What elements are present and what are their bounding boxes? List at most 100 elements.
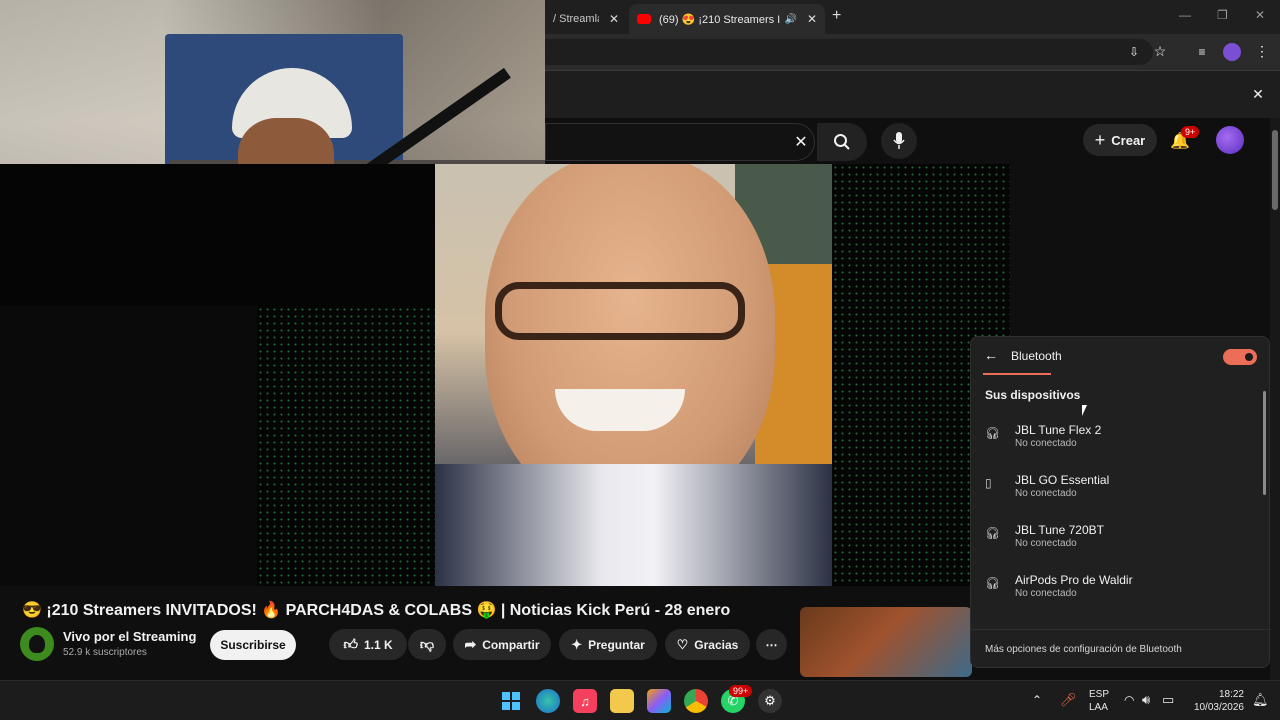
create-label: Crear (1111, 132, 1146, 148)
maximize-button[interactable]: ❐ (1217, 8, 1228, 22)
share-button[interactable]: ➦ Compartir (453, 629, 551, 660)
device-status: No conectado (1015, 488, 1077, 499)
bluetooth-toggle[interactable] (1223, 349, 1257, 365)
clock[interactable]: 18:22 10/03/2026 (1192, 688, 1244, 714)
thumbs-down-icon: 👎︎ (419, 636, 435, 652)
close-window-button[interactable]: ✕ (1255, 8, 1265, 22)
browser-tab-bar: / Streamlat ✕ (69) 😍 ¡210 Streamers INV … (545, 0, 1280, 34)
notification-center-icon[interactable]: 🔔︎ (1252, 692, 1269, 708)
dislike-button[interactable]: 👎︎ (408, 629, 446, 660)
channel-logo-icon (29, 635, 45, 653)
battery-icon[interactable]: ▭ (1162, 692, 1174, 708)
guest-glasses (495, 282, 745, 340)
matrix-background-left (257, 306, 435, 586)
flyout-scrollbar[interactable] (1263, 391, 1266, 495)
notification-count-badge: 9+ (1181, 126, 1200, 138)
channel-name[interactable]: Vivo por el Streaming (63, 629, 196, 644)
clock-time: 18:22 (1218, 689, 1244, 700)
thumbs-up-icon: 👍︎ (343, 636, 358, 652)
device-name: AirPods Pro de Waldir (1015, 573, 1133, 587)
bluetooth-device-item[interactable]: ▯ JBL GO Essential No conectado (985, 471, 1255, 511)
close-tab-icon[interactable]: ✕ (807, 12, 817, 26)
edge-browser-icon[interactable] (536, 689, 560, 713)
app-icon-gear[interactable]: ⚙ (758, 689, 782, 713)
volume-icon[interactable]: 🔊︎ (1142, 692, 1150, 708)
clock-date: 10/03/2026 (1193, 702, 1244, 713)
start-button[interactable] (499, 689, 523, 713)
device-name: JBL Tune Flex 2 (1015, 423, 1102, 437)
share-arrow-icon: ➦ (464, 636, 477, 652)
windows-taskbar: ♫ ✆ 99+ ⚙ ⌃ 🎤︎ ESP LAA ◠ 🔊︎ ▭ 18:22 10/0… (0, 680, 1280, 720)
headphones-icon: 🎧︎ (985, 576, 1001, 590)
wifi-icon[interactable]: ◠ (1124, 693, 1134, 707)
minimize-button[interactable]: — (1179, 8, 1191, 22)
account-avatar[interactable] (1216, 126, 1244, 154)
heart-dollar-icon: ♡ (676, 636, 689, 652)
like-button[interactable]: 👍︎ 1.1 K (329, 629, 407, 660)
speaker-icon[interactable]: 🔊 (784, 14, 796, 25)
share-label: Compartir (482, 637, 540, 652)
new-tab-button[interactable]: + (832, 7, 841, 25)
show-hidden-icons-icon[interactable]: ⌃ (1032, 693, 1042, 707)
create-button[interactable]: + Crear (1083, 124, 1157, 156)
like-count: 1.1 K (363, 637, 393, 652)
device-name: JBL Tune 720BT (1015, 523, 1104, 537)
sparkle-icon: ✦ (571, 636, 583, 652)
more-bluetooth-settings-link[interactable]: Más opciones de configuración de Bluetoo… (985, 644, 1182, 655)
tab-youtube-live[interactable]: (69) 😍 ¡210 Streamers INV 🔊 ✕ (629, 4, 825, 34)
device-status: No conectado (1015, 538, 1077, 549)
video-left-panel (0, 306, 257, 586)
bluetooth-device-item[interactable]: 🎧︎ JBL Tune Flex 2 No conectado (985, 421, 1255, 461)
close-infobar-icon[interactable]: ✕ (1249, 85, 1267, 103)
close-tab-icon[interactable]: ✕ (609, 12, 619, 26)
subscribe-button[interactable]: Suscribirse (210, 630, 296, 660)
header-underline (983, 373, 1051, 375)
guest-suit (435, 464, 832, 586)
search-icon[interactable] (817, 123, 867, 161)
subscriber-count: 52.9 k suscriptores (63, 647, 147, 658)
video-title: 😎 ¡210 Streamers INVITADOS! 🔥 PARCH4DAS … (22, 602, 731, 619)
youtube-header: ✕ + Crear 🔔 9+ (545, 118, 1270, 164)
clear-search-icon[interactable]: ✕ (791, 132, 811, 152)
chrome-icon[interactable] (684, 689, 708, 713)
search-input[interactable] (545, 123, 815, 161)
bluetooth-device-item[interactable]: 🎧︎ JBL Tune 720BT No conectado (985, 521, 1255, 561)
install-app-icon[interactable]: ⇩ (1125, 43, 1143, 61)
bluetooth-device-item[interactable]: 🎧︎ AirPods Pro de Waldir No conectado (985, 571, 1255, 611)
language-line2: LAA (1089, 702, 1108, 713)
channel-avatar[interactable] (20, 627, 54, 661)
info-bar: ✕ (545, 70, 1280, 118)
plus-icon: + (1094, 129, 1106, 150)
music-app-icon[interactable]: ♫ (573, 689, 597, 713)
menu-kebab-icon[interactable]: ⋮ (1253, 42, 1271, 60)
tab-label: / Streamlat (553, 13, 599, 25)
bookmark-star-icon[interactable]: ☆ (1151, 42, 1169, 60)
bluetooth-footer: Más opciones de configuración de Bluetoo… (971, 629, 1271, 669)
back-arrow-icon[interactable]: ← (983, 347, 999, 363)
device-name: JBL GO Essential (1015, 473, 1110, 487)
page-scrollbar[interactable] (1270, 118, 1280, 680)
more-actions-button[interactable]: ⋯ (756, 629, 787, 660)
profile-avatar[interactable] (1223, 43, 1241, 61)
whatsapp-unread-badge: 99+ (729, 685, 753, 697)
mouse-cursor (1082, 405, 1087, 416)
microphone-tray-icon[interactable]: 🎤︎ (1060, 692, 1077, 708)
copilot-icon[interactable] (647, 689, 671, 713)
guest-video-feed (435, 164, 832, 586)
recommended-video-thumbnail[interactable] (800, 607, 972, 677)
thanks-button[interactable]: ♡ Gracias (665, 629, 750, 660)
voice-search-icon[interactable] (881, 123, 917, 159)
media-controls-icon[interactable]: ≡ (1193, 43, 1211, 61)
ask-button[interactable]: ✦ Preguntar (559, 629, 657, 660)
file-explorer-icon[interactable] (610, 689, 634, 713)
tab-streamlabs[interactable]: / Streamlat ✕ (545, 4, 627, 34)
browser-toolbar: ⇩ ☆ ≡ ⋮ (545, 34, 1280, 70)
video-player[interactable] (0, 164, 1010, 586)
devices-section-heading: Sus dispositivos (985, 388, 1081, 402)
language-line1: ESP (1089, 689, 1110, 700)
speaker-icon: ▯ (985, 476, 992, 490)
scrollbar-thumb[interactable] (1272, 130, 1278, 210)
language-indicator[interactable]: ESP LAA (1089, 688, 1109, 714)
device-status: No conectado (1015, 588, 1077, 599)
address-field[interactable] (545, 39, 1153, 65)
